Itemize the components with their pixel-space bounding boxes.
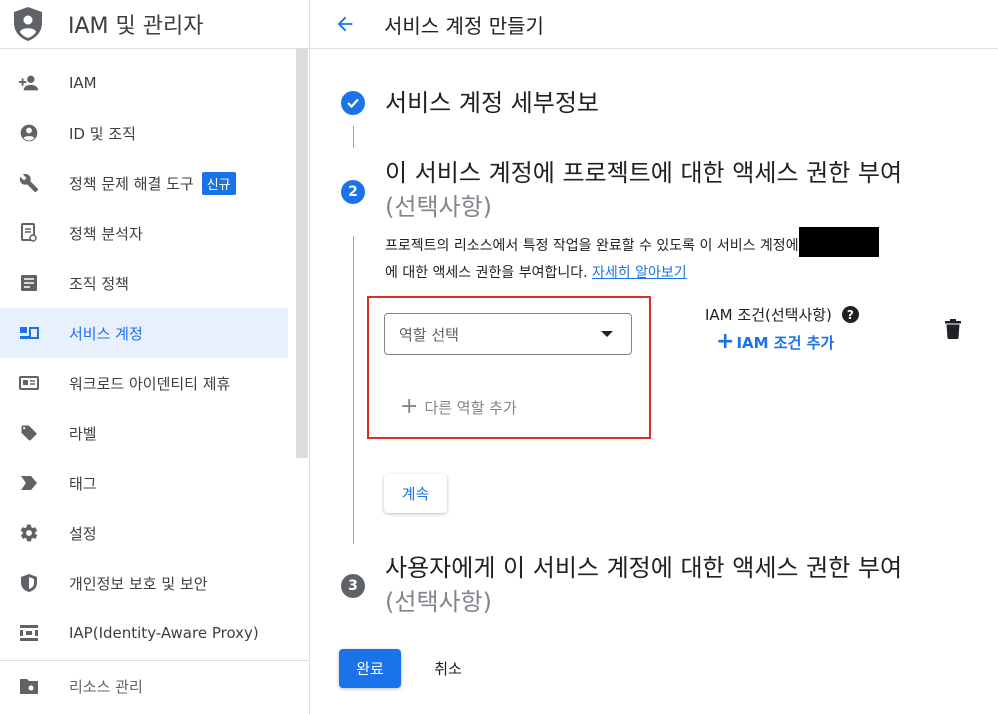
done-button[interactable]: 완료 (339, 649, 401, 688)
sidebar-item-policy-analyzer[interactable]: 정책 분석자 (0, 208, 288, 258)
plus-icon: + (716, 329, 735, 354)
step-complete-check-icon (341, 91, 365, 115)
sidebar-item-privacy-security[interactable]: 개인정보 보호 및 보안 (0, 558, 288, 608)
step3-heading[interactable]: 사용자에게 이 서비스 계정에 대한 액세스 권한 부여 (선택사항) (385, 551, 985, 619)
learn-more-link[interactable]: 자세히 알아보기 (592, 265, 687, 281)
redacted-block (798, 227, 879, 257)
step2-description: 프로젝트의 리소스에서 특정 작업을 완료할 수 있도록 이 서비스 계정에 에… (385, 227, 985, 287)
wrench-icon (18, 172, 40, 194)
sidebar-item-label: 워크로드 아이덴티티 제휴 (69, 374, 231, 393)
sidebar-scrollbar[interactable] (296, 48, 308, 458)
step3-optional: (선택사항) (385, 588, 493, 616)
label-tag-icon (18, 422, 40, 444)
sidebar-item-resource-management[interactable]: 리소스 관리 (0, 661, 288, 711)
sidebar-item-labels[interactable]: 라벨 (0, 408, 288, 458)
iap-icon (18, 622, 40, 644)
sidebar-nav: IAM ID 및 조직 정책 문제 해결 도구 신규 정책 분석자 조직 정책 … (0, 49, 309, 658)
policy-analyzer-icon (18, 222, 40, 244)
document-icon (18, 272, 40, 294)
sidebar-item-label: IAP(Identity-Aware Proxy) (69, 624, 259, 642)
tag-arrow-icon (18, 472, 40, 494)
step2-heading: 이 서비스 계정에 프로젝트에 대한 액세스 권한 부여 (선택사항) (385, 156, 985, 224)
sidebar-header: IAM 및 관리자 (0, 0, 309, 49)
sidebar-item-label: 서비스 계정 (69, 324, 143, 343)
page-title: 서비스 계정 만들기 (384, 13, 544, 38)
step2-number: 2 (341, 180, 365, 204)
page-header: 서비스 계정 만들기 (310, 0, 998, 49)
sidebar-item-label: IAM (69, 74, 97, 92)
help-icon[interactable]: ? (841, 306, 859, 323)
account-circle-icon (18, 122, 40, 144)
id-card-icon (18, 372, 40, 394)
sidebar-item-label: 라벨 (69, 424, 97, 443)
sidebar-item-policy-troubleshooter[interactable]: 정책 문제 해결 도구 신규 (0, 158, 288, 208)
sidebar: IAM 및 관리자 IAM ID 및 조직 정책 문제 해결 도구 신규 정책 … (0, 0, 310, 714)
sidebar-bottom: 리소스 관리 (0, 660, 309, 711)
back-arrow-icon[interactable] (330, 9, 360, 39)
sidebar-item-settings[interactable]: 설정 (0, 508, 288, 558)
step3-number: 3 (341, 574, 365, 598)
sidebar-item-label: 조직 정책 (69, 274, 129, 293)
shield-icon (18, 572, 40, 594)
step-connector (353, 126, 354, 148)
step2-optional: (선택사항) (385, 193, 493, 221)
gear-icon (18, 522, 40, 544)
service-account-icon (18, 322, 40, 344)
add-iam-condition-button[interactable]: + IAM 조건 추가 (716, 331, 834, 353)
sidebar-item-identity-org[interactable]: ID 및 조직 (0, 108, 288, 158)
sidebar-item-iap[interactable]: IAP(Identity-Aware Proxy) (0, 608, 288, 658)
sidebar-item-label: 개인정보 보호 및 보안 (69, 574, 208, 593)
plus-icon: + (400, 394, 419, 419)
sidebar-item-label: 설정 (69, 524, 97, 543)
role-select-placeholder: 역할 선택 (399, 325, 459, 344)
person-add-icon (18, 72, 40, 94)
step3-title: 사용자에게 이 서비스 계정에 대한 액세스 권한 부여 (385, 554, 903, 582)
dropdown-arrow-icon (601, 331, 613, 337)
sidebar-item-label: 정책 문제 해결 도구 (69, 174, 194, 193)
step1-title[interactable]: 서비스 계정 세부정보 (385, 86, 599, 120)
step-connector (353, 236, 354, 544)
continue-button[interactable]: 계속 (384, 474, 447, 513)
sidebar-item-label: 태그 (69, 474, 97, 493)
sidebar-item-tags[interactable]: 태그 (0, 458, 288, 508)
role-select[interactable]: 역할 선택 (384, 313, 632, 355)
iam-shield-logo-icon (14, 6, 42, 42)
sidebar-item-org-policies[interactable]: 조직 정책 (0, 258, 288, 308)
sidebar-item-label: ID 및 조직 (69, 124, 136, 143)
sidebar-item-iam[interactable]: IAM (0, 58, 288, 108)
iam-condition-label: IAM 조건(선택사항) ? (705, 304, 859, 325)
add-another-role-button[interactable]: + 다른 역할 추가 (400, 396, 517, 418)
app-title: IAM 및 관리자 (68, 14, 204, 39)
sidebar-item-label: 리소스 관리 (69, 677, 143, 696)
new-badge: 신규 (201, 171, 236, 195)
sidebar-item-workload-identity[interactable]: 워크로드 아이덴티티 제휴 (0, 358, 288, 408)
step2-title: 이 서비스 계정에 프로젝트에 대한 액세스 권한 부여 (385, 159, 903, 187)
delete-trash-icon[interactable] (944, 318, 964, 342)
folder-settings-icon (18, 675, 40, 697)
cancel-button[interactable]: 취소 (418, 649, 478, 688)
sidebar-item-label: 정책 분석자 (69, 224, 143, 243)
sidebar-item-service-accounts[interactable]: 서비스 계정 (0, 308, 288, 358)
